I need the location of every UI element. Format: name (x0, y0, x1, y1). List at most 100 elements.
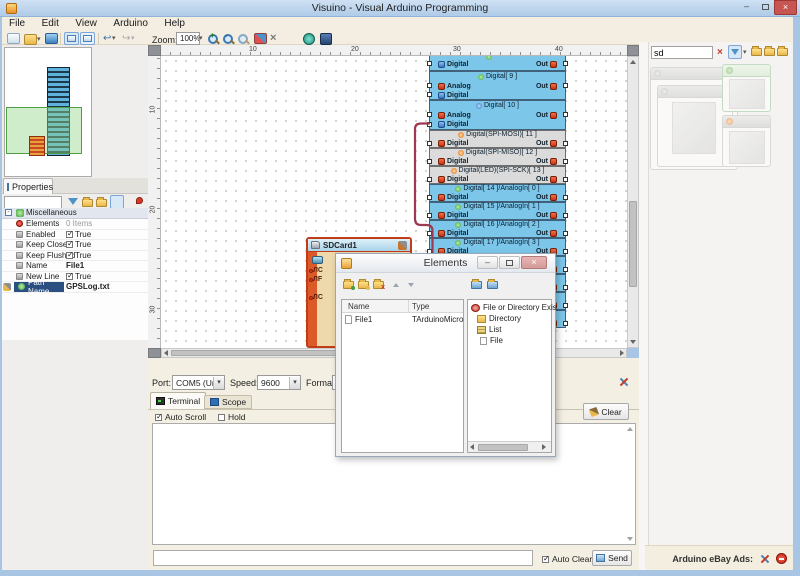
pin-out-label[interactable]: Out (536, 112, 548, 119)
menu-edit[interactable]: Edit (35, 17, 66, 31)
save-button[interactable] (45, 33, 58, 44)
category-view-button[interactable] (110, 195, 124, 209)
expand-tree-icon[interactable] (471, 281, 482, 289)
pin-label[interactable]: Digital (447, 230, 468, 237)
tab-properties[interactable]: Properties (3, 178, 53, 194)
undo-button[interactable]: ↩ (103, 32, 111, 45)
zoom-combobox[interactable]: 100% (176, 32, 200, 45)
menu-file[interactable]: File (2, 17, 32, 31)
overview-minimap[interactable] (4, 47, 92, 177)
property-row-new-line[interactable]: New Line ✓True (2, 272, 148, 283)
filter-button[interactable] (728, 45, 742, 59)
scroll-left-icon[interactable] (164, 350, 168, 356)
collapse-icon[interactable]: - (5, 209, 12, 216)
scroll-left-icon[interactable] (470, 444, 474, 450)
pin-out-label[interactable]: Out (536, 212, 548, 219)
view-layout-button-2[interactable] (80, 32, 95, 45)
dialog-minimize-button[interactable]: – (477, 256, 498, 269)
scroll-right-icon[interactable] (620, 350, 624, 356)
clear-button[interactable]: Clear (583, 403, 629, 420)
pin-label[interactable]: Digital (447, 61, 468, 68)
hold-checkbox[interactable]: Hold (218, 412, 245, 422)
pin-box-led-spi-sck-13[interactable]: Digital(LED)(SPI-SCK)[ 13 ] Digital Out (429, 166, 566, 184)
component-settings-icon[interactable] (398, 241, 407, 250)
send-input[interactable] (153, 550, 533, 566)
pin-label[interactable]: Analog (447, 83, 471, 90)
checkbox-checked[interactable]: ✓ (66, 241, 73, 248)
pin-icon[interactable] (136, 197, 143, 204)
collapse-tree-icon[interactable] (487, 281, 498, 289)
scrollbar-thumb[interactable] (478, 444, 528, 451)
list-header[interactable]: Name Type (342, 300, 463, 313)
web-icon[interactable] (303, 33, 315, 45)
pin-label[interactable]: Digital (447, 140, 468, 147)
scroll-up-icon[interactable] (627, 427, 633, 431)
menu-arduino[interactable]: Arduino (106, 17, 154, 31)
dropdown-icon[interactable]: ▾ (213, 377, 224, 389)
zoom-out-icon[interactable]: - (222, 32, 235, 45)
palette-component-card-selected[interactable] (722, 64, 771, 112)
column-type[interactable]: Type (412, 302, 429, 311)
tree-item-directory[interactable]: Directory (477, 314, 521, 323)
send-button[interactable]: Send (592, 550, 632, 566)
dialog-close-button[interactable]: × (521, 256, 547, 269)
package-icon[interactable] (320, 33, 332, 45)
port-combobox[interactable]: COM5 (Unava ▾ (172, 375, 225, 390)
expand-folder-icon[interactable] (82, 199, 93, 207)
sdcard-pin[interactable]: ЛC (313, 294, 323, 301)
property-row-keep-closed[interactable]: Keep Closed ✓True (2, 240, 148, 251)
scroll-down-icon[interactable] (627, 537, 633, 541)
view-layout-button-1[interactable] (64, 32, 79, 45)
move-up-icon[interactable] (393, 283, 399, 287)
build-icon[interactable] (254, 33, 267, 44)
tree-item-list[interactable]: List (477, 325, 501, 334)
property-row-enabled[interactable]: Enabled ✓True (2, 230, 148, 241)
pin-out-label[interactable]: Out (536, 140, 548, 147)
add-element-alt-icon[interactable] (358, 281, 369, 289)
column-name[interactable]: Name (348, 302, 369, 311)
clear-search-icon[interactable]: × (717, 48, 723, 58)
pin-label[interactable]: Digital (447, 92, 468, 99)
pin-label[interactable]: Digital (447, 212, 468, 219)
panel-splitter[interactable] (639, 42, 648, 570)
canvas-vertical-scrollbar[interactable] (627, 56, 639, 348)
pin-label[interactable]: Digital (447, 158, 468, 165)
pin-box-digital-10[interactable]: Digital[ 10 ] Analog Out Digital (429, 100, 566, 130)
pin-box-digital-14-analog-0[interactable]: Digital[ 14 ]/AnalogIn[ 0 ] Digital Out (429, 184, 566, 202)
tree-horizontal-scrollbar[interactable] (468, 441, 551, 452)
pin-box-spi-miso-12[interactable]: Digital(SPI-MISO)[ 12 ] Digital Out (429, 148, 566, 166)
property-row-elements[interactable]: Elements 0 Items (2, 219, 148, 230)
zoom-in-icon[interactable]: + (207, 32, 220, 45)
category-folder-icon[interactable] (751, 48, 762, 56)
scrollbar-thumb[interactable] (629, 201, 637, 287)
menu-view[interactable]: View (68, 17, 104, 31)
dropdown-icon[interactable]: ▾ (289, 377, 300, 389)
pin-out-label[interactable]: Out (536, 158, 548, 165)
minimize-button[interactable]: – (737, 0, 756, 14)
filter-dropdown-icon[interactable]: ▾ (743, 46, 747, 59)
pin-box-spi-mosi-11[interactable]: Digital(SPI-MOSI)[ 11 ] Digital Out (429, 130, 566, 148)
checkbox-checked[interactable]: ✓ (66, 252, 73, 259)
ads-settings-icon[interactable] (759, 553, 771, 565)
pin-out-label[interactable]: Out (536, 176, 548, 183)
close-button[interactable]: × (774, 0, 797, 15)
pin-out-label[interactable]: Out (536, 194, 548, 201)
pin-box-digital-16-analog-2[interactable]: Digital[ 16 ]/AnalogIn[ 2 ] Digital Out (429, 220, 566, 238)
pin-label[interactable]: Digital (447, 194, 468, 201)
pin-label[interactable]: Digital (447, 121, 468, 128)
pin-box-digital-15-analog-1[interactable]: Digital[ 15 ]/AnalogIn[ 1 ] Digital Out (429, 202, 566, 220)
tree-item-file-or-directory-exists[interactable]: File or Directory Exis (471, 303, 557, 312)
collapse-folder-icon[interactable] (96, 199, 107, 207)
auto-clear-checkbox[interactable]: ✓Auto Clear (542, 554, 592, 564)
pin-out-label[interactable]: Out (536, 230, 548, 237)
zoom-reset-icon[interactable] (237, 32, 250, 45)
pin-label[interactable]: Analog (447, 112, 471, 119)
checkbox-checked[interactable]: ✓ (66, 273, 73, 280)
sdcard-pin[interactable]: ЛC (313, 267, 323, 274)
palette-component-card[interactable] (722, 115, 771, 167)
undo-dropdown-icon[interactable]: ▾ (112, 32, 116, 45)
new-project-button[interactable] (7, 33, 20, 44)
expand-all-icon[interactable] (764, 48, 775, 56)
property-row-keep-flushed[interactable]: Keep Flushed ✓True (2, 251, 148, 262)
component-search-input[interactable] (651, 46, 713, 59)
